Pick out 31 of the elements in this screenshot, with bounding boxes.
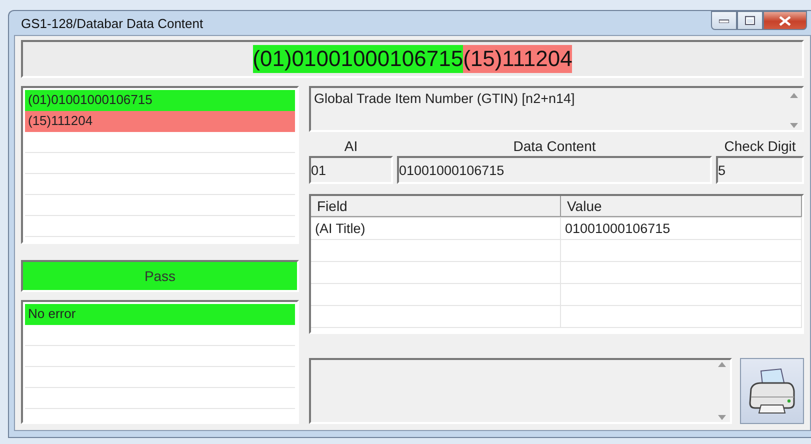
ai-list-item[interactable]: (01)01001000106715 [25, 90, 295, 111]
maximize-icon [745, 16, 755, 25]
error-list-item[interactable]: No error [25, 304, 295, 325]
table-cell: 01001000106715 [561, 218, 802, 239]
scroll-down-icon[interactable] [718, 415, 726, 420]
data-content-label: Data Content [512, 138, 597, 154]
printer-icon [747, 367, 797, 415]
check-digit-field[interactable]: 5 [716, 156, 804, 184]
check-digit-label: Check Digit [723, 138, 797, 154]
scroll-up-icon[interactable] [718, 362, 726, 367]
print-button[interactable] [740, 358, 804, 424]
scroll-down-icon[interactable] [790, 123, 798, 128]
window-title: GS1-128/Databar Data Content [21, 16, 204, 30]
notes-box[interactable] [309, 358, 732, 424]
minimize-icon [719, 18, 729, 22]
ai-list-item[interactable]: (15)111204 [25, 111, 295, 132]
data-content-field[interactable]: 01001000106715 [397, 156, 712, 184]
column-header[interactable]: Value [561, 196, 802, 217]
scroll-up-icon[interactable] [790, 93, 798, 98]
close-button[interactable] [763, 11, 807, 30]
ai-field[interactable]: 01 [309, 156, 393, 184]
barcode-segment: (01)01001000106715 [252, 45, 464, 73]
minimize-button[interactable] [711, 11, 737, 30]
table-cell: (AI Title) [311, 218, 561, 239]
maximize-button[interactable] [737, 11, 763, 30]
status-indicator: Pass [21, 260, 299, 292]
description-text: Global Trade Item Number (GTIN) [n2+n14] [314, 91, 575, 108]
close-icon [779, 16, 791, 26]
column-header[interactable]: Field [311, 196, 561, 217]
barcode-segment: (15)111204 [463, 45, 572, 73]
ai-label: AI [343, 138, 359, 154]
